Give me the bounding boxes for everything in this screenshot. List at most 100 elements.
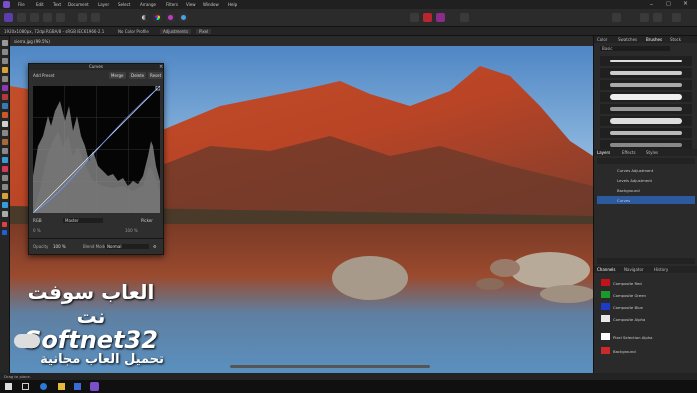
- reset-button[interactable]: Reset: [148, 72, 164, 79]
- brush-preset[interactable]: [600, 92, 692, 102]
- blend-mode-select[interactable]: Normal: [105, 244, 149, 249]
- tab-styles[interactable]: Styles: [646, 150, 658, 155]
- tab-layers[interactable]: Layers: [597, 150, 610, 155]
- export-persona-icon[interactable]: [56, 13, 65, 22]
- brush-preset[interactable]: [600, 56, 692, 66]
- brush-preset[interactable]: [600, 116, 692, 126]
- tab-channels[interactable]: Channels: [597, 267, 616, 272]
- brush-preset[interactable]: [600, 128, 692, 138]
- brush-preset[interactable]: [600, 68, 692, 78]
- menu-document[interactable]: Document: [68, 2, 89, 7]
- clone-tool-icon[interactable]: [2, 139, 8, 145]
- pixel-button[interactable]: Pixel: [196, 29, 212, 34]
- menu-select[interactable]: Select: [118, 2, 130, 7]
- tab-navigator[interactable]: Navigator: [624, 267, 644, 272]
- undo-icon[interactable]: [78, 13, 87, 22]
- layer-row-selected[interactable]: Curves: [597, 196, 695, 204]
- delete-button[interactable]: Delete: [129, 72, 147, 79]
- picker-button[interactable]: Picker: [141, 218, 153, 223]
- affinity-photo-logo-icon[interactable]: [3, 1, 10, 8]
- menu-view[interactable]: View: [186, 2, 196, 7]
- text-tool-icon[interactable]: [2, 193, 8, 199]
- channel-row[interactable]: Composite Blue: [597, 302, 695, 312]
- opacity-value[interactable]: 100 %: [53, 244, 66, 249]
- channel-row[interactable]: Background: [597, 346, 695, 356]
- assistant-icon[interactable]: [612, 13, 621, 22]
- add-preset-button[interactable]: Add Preset: [33, 73, 55, 78]
- tab-brushes[interactable]: Brushes: [646, 37, 662, 42]
- close-icon[interactable]: ×: [683, 0, 688, 7]
- menu-arrange[interactable]: Arrange: [140, 2, 156, 7]
- windows-start-icon[interactable]: [5, 383, 12, 390]
- adjustments-button[interactable]: Adjustments: [160, 29, 192, 34]
- min-value[interactable]: 0 %: [33, 228, 41, 233]
- brush-tool-icon[interactable]: [2, 94, 8, 100]
- gear-icon[interactable]: ⚙: [153, 244, 157, 249]
- tab-swatches[interactable]: Swatches: [618, 37, 637, 42]
- help-icon[interactable]: [672, 13, 681, 22]
- marquee-tool-icon[interactable]: [2, 85, 8, 91]
- layer-row[interactable]: Background: [597, 186, 695, 194]
- move-tool-icon[interactable]: [2, 40, 8, 46]
- brush-category-select[interactable]: Basic: [600, 46, 670, 51]
- dialog-close-icon[interactable]: ×: [159, 64, 163, 70]
- tab-stock[interactable]: Stock: [670, 37, 681, 42]
- edge-browser-icon[interactable]: [40, 383, 47, 390]
- menu-text[interactable]: Text: [53, 2, 61, 7]
- crop-tool-icon[interactable]: [2, 58, 8, 64]
- channel-row[interactable]: Composite Red: [597, 278, 695, 288]
- menu-edit[interactable]: Edit: [36, 2, 44, 7]
- quick-mask-icon[interactable]: [423, 13, 432, 22]
- tab-effects[interactable]: Effects: [622, 150, 636, 155]
- maximize-icon[interactable]: □: [666, 1, 671, 7]
- hsl-icon[interactable]: [166, 13, 175, 22]
- channel-row[interactable]: Composite Green: [597, 290, 695, 300]
- red-eye-tool-icon[interactable]: [2, 166, 8, 172]
- tab-history[interactable]: History: [654, 267, 668, 272]
- menu-file[interactable]: File: [18, 2, 25, 7]
- arrange-icon[interactable]: [653, 13, 662, 22]
- view-tool-icon[interactable]: [2, 49, 8, 55]
- selection-mode-icon[interactable]: [410, 13, 419, 22]
- secondary-color-swatch[interactable]: [2, 230, 7, 235]
- erase-tool-icon[interactable]: [2, 121, 8, 127]
- file-explorer-icon[interactable]: [58, 383, 65, 390]
- paint-mixer-tool-icon[interactable]: [2, 112, 8, 118]
- blur-tool-icon[interactable]: [2, 148, 8, 154]
- studio-preset-icon[interactable]: [640, 13, 649, 22]
- brush-preset[interactable]: [600, 104, 692, 114]
- shape-tool-icon[interactable]: [2, 184, 8, 190]
- max-value[interactable]: 100 %: [125, 228, 138, 233]
- redo-icon[interactable]: [91, 13, 100, 22]
- selection-brush-tool-icon[interactable]: [2, 67, 8, 73]
- pen-tool-icon[interactable]: [2, 175, 8, 181]
- minimize-icon[interactable]: –: [650, 1, 653, 8]
- tab-color[interactable]: Color: [597, 37, 607, 42]
- photo-persona-icon[interactable]: [4, 13, 13, 22]
- levels-icon[interactable]: [140, 13, 149, 22]
- menu-layer[interactable]: Layer: [98, 2, 109, 7]
- snapping-icon[interactable]: [460, 13, 469, 22]
- flood-select-tool-icon[interactable]: [2, 76, 8, 82]
- color-wheel-icon[interactable]: [153, 13, 162, 22]
- tone-mapping-persona-icon[interactable]: [43, 13, 52, 22]
- brush-preset[interactable]: [600, 80, 692, 90]
- channel-row[interactable]: Composite Alpha: [597, 314, 695, 324]
- layer-row[interactable]: Levels Adjustment: [597, 176, 695, 184]
- store-icon[interactable]: [74, 383, 81, 390]
- channel-select[interactable]: Master: [63, 218, 103, 223]
- layer-opacity-row[interactable]: [597, 158, 695, 164]
- channel-row[interactable]: Pixel Selection Alpha: [597, 332, 695, 342]
- curves-graph[interactable]: [33, 86, 160, 213]
- gradient-tool-icon[interactable]: [2, 202, 8, 208]
- affinity-photo-taskbar-icon[interactable]: [90, 382, 99, 391]
- menu-help[interactable]: Help: [228, 2, 237, 7]
- menu-filters[interactable]: Filters: [166, 2, 178, 7]
- liquify-persona-icon[interactable]: [17, 13, 26, 22]
- refine-selection-icon[interactable]: [436, 13, 445, 22]
- layer-row[interactable]: Curves Adjustment: [597, 166, 695, 174]
- inpainting-tool-icon[interactable]: [2, 157, 8, 163]
- menu-window[interactable]: Window: [203, 2, 219, 7]
- document-tab[interactable]: sierra.jpg (99.5%): [10, 36, 593, 46]
- task-view-icon[interactable]: [22, 383, 29, 390]
